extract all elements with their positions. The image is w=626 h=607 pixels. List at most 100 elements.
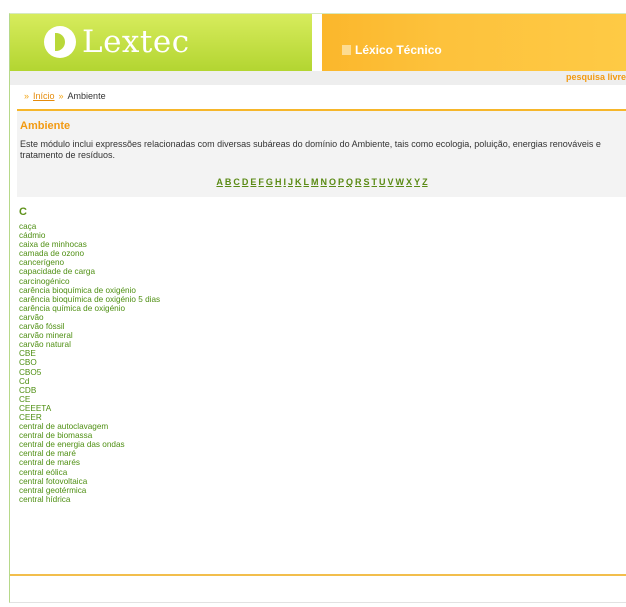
alphabet-link-g[interactable]: G: [266, 177, 273, 187]
term-link[interactable]: central de biomassa: [19, 431, 92, 440]
alphabet-index: ABCDEFGHIJKLMNOPQRSTUVWXYZ: [17, 177, 626, 187]
alphabet-link-c[interactable]: C: [233, 177, 240, 187]
alphabet-link-l[interactable]: L: [303, 177, 309, 187]
term-link[interactable]: camada de ozono: [19, 249, 84, 258]
term-item: central hídrica: [19, 495, 160, 504]
alphabet-link-u[interactable]: U: [379, 177, 386, 187]
term-item: Cd: [19, 377, 160, 386]
alphabet-link-n[interactable]: N: [320, 177, 327, 187]
breadcrumb-arrow-icon: »: [24, 91, 30, 101]
term-item: central de biomassa: [19, 431, 160, 440]
term-link[interactable]: CDB: [19, 386, 36, 395]
term-link[interactable]: Cd: [19, 377, 29, 386]
term-item: CE: [19, 395, 160, 404]
term-list: caça cádmio caixa de minhocas camada de ozo…: [19, 222, 160, 504]
alphabet-link-k[interactable]: K: [295, 177, 302, 187]
alphabet-link-h[interactable]: H: [275, 177, 282, 187]
alphabet-link-d[interactable]: D: [242, 177, 249, 187]
term-link[interactable]: central de marés: [19, 458, 80, 467]
header-divider: [312, 14, 322, 71]
term-link[interactable]: central de maré: [19, 449, 76, 458]
term-link[interactable]: carcinogénico: [19, 277, 70, 286]
term-item: central de energia das ondas: [19, 440, 160, 449]
term-item: CBO5: [19, 368, 160, 377]
term-item: CEEETA: [19, 404, 160, 413]
term-link[interactable]: CEEETA: [19, 404, 51, 413]
alphabet-link-z[interactable]: Z: [422, 177, 428, 187]
breadcrumb-arrow-icon: »: [58, 91, 64, 101]
term-item: carvão: [19, 313, 160, 322]
term-item: carcinogénico: [19, 277, 160, 286]
term-item: CEER: [19, 413, 160, 422]
alphabet-link-v[interactable]: V: [388, 177, 394, 187]
alphabet-link-b[interactable]: B: [225, 177, 232, 187]
term-link[interactable]: carência bioquímica de oxigénio: [19, 286, 136, 295]
term-link[interactable]: carvão: [19, 313, 44, 322]
alphabet-link-e[interactable]: E: [250, 177, 256, 187]
term-link[interactable]: central de autoclavagem: [19, 422, 108, 431]
term-link[interactable]: CBO5: [19, 368, 41, 377]
term-link[interactable]: central hídrica: [19, 495, 70, 504]
term-item: caça: [19, 222, 160, 231]
alphabet-link-t[interactable]: T: [372, 177, 378, 187]
term-link[interactable]: cancerígeno: [19, 258, 64, 267]
term-item: CBE: [19, 349, 160, 358]
search-bar: pesquisa livre: [10, 71, 626, 85]
module-panel: Ambiente Este módulo inclui expressões r…: [17, 111, 626, 197]
term-item: caixa de minhocas: [19, 240, 160, 249]
logo-text: Lextec: [82, 24, 190, 60]
term-link[interactable]: central geotérmica: [19, 486, 86, 495]
alphabet-link-w[interactable]: W: [396, 177, 405, 187]
breadcrumb-home-link[interactable]: Início: [33, 91, 55, 101]
breadcrumb-current: Ambiente: [67, 91, 106, 101]
term-item: camada de ozono: [19, 249, 160, 258]
alphabet-link-f[interactable]: F: [258, 177, 264, 187]
term-link[interactable]: carvão natural: [19, 340, 71, 349]
term-link[interactable]: carvão mineral: [19, 331, 73, 340]
footer-divider: [10, 574, 626, 576]
term-link[interactable]: caixa de minhocas: [19, 240, 87, 249]
term-link[interactable]: caça: [19, 222, 36, 231]
term-link[interactable]: cádmio: [19, 231, 45, 240]
term-item: carência bioquímica de oxigénio 5 dias: [19, 295, 160, 304]
term-link[interactable]: central eólica: [19, 468, 67, 477]
alphabet-link-r[interactable]: R: [355, 177, 362, 187]
module-description: Este módulo inclui expressões relacionad…: [20, 139, 601, 160]
lextec-logo[interactable]: Lextec: [44, 24, 190, 60]
term-link[interactable]: central fotovoltaica: [19, 477, 87, 486]
alphabet-link-q[interactable]: Q: [346, 177, 353, 187]
term-link[interactable]: CE: [19, 395, 30, 404]
alphabet-link-x[interactable]: X: [406, 177, 412, 187]
alphabet-link-p[interactable]: P: [338, 177, 344, 187]
alphabet-link-m[interactable]: M: [311, 177, 319, 187]
term-item: CDB: [19, 386, 160, 395]
lextec-logo-icon: [44, 26, 76, 58]
alphabet-link-j[interactable]: J: [288, 177, 293, 187]
section-banner: Léxico Técnico: [322, 14, 626, 71]
alphabet-link-y[interactable]: Y: [414, 177, 420, 187]
term-link[interactable]: CBO: [19, 358, 37, 367]
alphabet-link-i[interactable]: I: [283, 177, 286, 187]
module-title: Ambiente: [20, 120, 71, 132]
term-item: central geotérmica: [19, 486, 160, 495]
term-item: CBO: [19, 358, 160, 367]
term-link[interactable]: CEER: [19, 413, 42, 422]
term-link[interactable]: carvão fóssil: [19, 322, 65, 331]
section-banner-title: Léxico Técnico: [355, 43, 442, 57]
free-search-link[interactable]: pesquisa livre: [566, 72, 626, 82]
term-item: cádmio: [19, 231, 160, 240]
term-link[interactable]: capacidade de carga: [19, 267, 95, 276]
term-item: carvão mineral: [19, 331, 160, 340]
alphabet-link-a[interactable]: A: [216, 177, 223, 187]
term-link[interactable]: carência bioquímica de oxigénio 5 dias: [19, 295, 160, 304]
term-link[interactable]: central de energia das ondas: [19, 440, 125, 449]
term-item: carência bioquímica de oxigénio: [19, 286, 160, 295]
term-item: central de autoclavagem: [19, 422, 160, 431]
alphabet-link-o[interactable]: O: [329, 177, 336, 187]
breadcrumb: » Início » Ambiente: [24, 91, 106, 101]
term-item: capacidade de carga: [19, 267, 160, 276]
term-item: carência química de oxigénio: [19, 304, 160, 313]
term-link[interactable]: CBE: [19, 349, 36, 358]
term-link[interactable]: carência química de oxigénio: [19, 304, 125, 313]
alphabet-link-s[interactable]: S: [364, 177, 370, 187]
